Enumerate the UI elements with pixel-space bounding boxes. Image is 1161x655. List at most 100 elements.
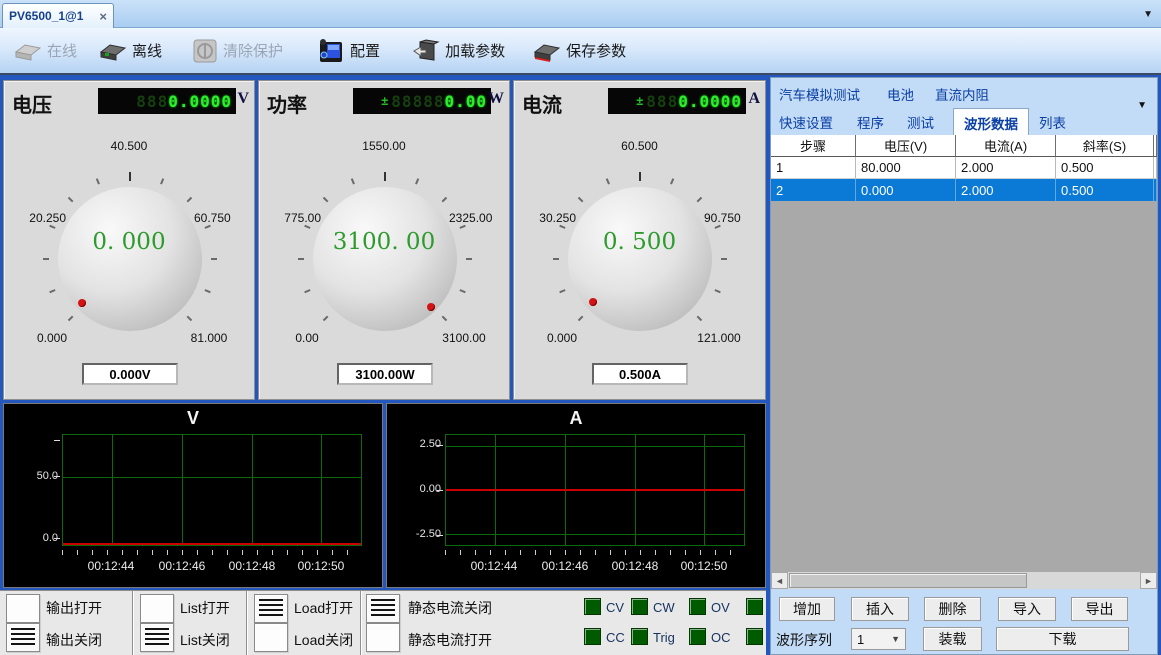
current-setpoint-input[interactable] xyxy=(592,363,688,385)
power-title: 功率 xyxy=(267,89,307,118)
tab-pv6500[interactable]: PV6500_1@1 × xyxy=(2,3,114,28)
load-on-cell[interactable] xyxy=(254,594,288,623)
clear-protection-button[interactable]: 清除保护 xyxy=(188,36,287,66)
cv-led xyxy=(584,598,601,615)
voltage-setpoint-input[interactable] xyxy=(82,363,178,385)
load-params-button[interactable]: 加载参数 xyxy=(408,36,509,66)
current-chart-title: A xyxy=(387,408,765,429)
close-icon[interactable]: × xyxy=(99,9,107,24)
online-label: 在线 xyxy=(47,40,77,61)
voltage-scale-mid: 40.500 xyxy=(4,139,254,153)
tab-battery[interactable]: 电池 xyxy=(887,84,914,104)
output-toggle-switch[interactable] xyxy=(6,594,40,654)
power-display-value: 0.00 xyxy=(444,92,487,111)
current-x-tick: 00:12:48 xyxy=(600,559,670,573)
static-current-off-cell[interactable] xyxy=(366,594,400,623)
import-button[interactable]: 导入 xyxy=(998,597,1056,621)
chevron-down-icon: ▼ xyxy=(891,634,900,644)
delete-button[interactable]: 删除 xyxy=(924,597,981,621)
sequence-value: 1 xyxy=(857,632,864,647)
current-chart-panel: A 2.50 0.00 -2.50 00:12:44 00:12:46 00:1… xyxy=(386,403,766,588)
power-setpoint-input[interactable] xyxy=(337,363,433,385)
current-x-axis-ticks xyxy=(445,550,745,555)
config-label: 配置 xyxy=(350,40,380,61)
voltage-knob[interactable] xyxy=(58,187,202,331)
voltage-chart-panel: V 50.0 0.0 00:12:44 00:12:46 00:12:48 00… xyxy=(3,403,383,588)
horizontal-scrollbar[interactable]: ◄ ► xyxy=(771,572,1157,589)
status-bar: 输出打开 输出关闭 List打开 List关闭 Load打开 Load关闭 xyxy=(0,590,766,655)
list-toggle-switch[interactable] xyxy=(140,594,174,654)
tab-dc-resistance[interactable]: 直流内阻 xyxy=(935,84,989,104)
oc-label: OC xyxy=(711,630,731,645)
download-button[interactable]: 下载 xyxy=(996,627,1129,651)
load-toggle-switch[interactable] xyxy=(254,594,288,654)
load-off-cell[interactable] xyxy=(254,623,288,652)
add-button[interactable]: 增加 xyxy=(779,597,835,621)
current-display-dim: 888 xyxy=(646,92,678,111)
app-window: PV6500_1@1 × ▼ 在线 离线 清除保护 xyxy=(0,0,1161,655)
current-series-line xyxy=(446,489,744,491)
online-button[interactable]: 在线 xyxy=(10,38,81,64)
tab-overflow-arrow-icon[interactable]: ▼ xyxy=(1137,100,1147,111)
voltage-display-value: 0.0000 xyxy=(168,92,232,111)
document-tab-bar: PV6500_1@1 × ▼ xyxy=(0,0,1161,28)
clipped-led xyxy=(746,628,763,645)
tab-list-arrow-icon[interactable]: ▼ xyxy=(1143,9,1153,20)
cell-filler xyxy=(1154,157,1157,179)
tab-test[interactable]: 测试 xyxy=(907,112,934,132)
list-on-cell[interactable] xyxy=(140,594,174,623)
tab-auto-sim-test[interactable]: 汽车模拟测试 xyxy=(779,84,860,104)
list-off-cell[interactable] xyxy=(140,623,174,652)
scroll-right-arrow-icon[interactable]: ► xyxy=(1140,572,1157,589)
current-knob[interactable] xyxy=(568,187,712,331)
current-unit: A xyxy=(748,90,760,108)
col-filler xyxy=(1154,135,1157,157)
offline-button[interactable]: 离线 xyxy=(95,38,166,64)
current-scale-mid: 60.500 xyxy=(514,139,765,153)
main-area: 电压 8880.0000 V 40.500 20.250 60.750 0.00… xyxy=(0,77,1161,655)
output-toggle-group: 输出打开 输出关闭 xyxy=(0,591,133,655)
power-knob[interactable] xyxy=(313,187,457,331)
clipped-led xyxy=(746,598,763,615)
power-display-dim: 88888 xyxy=(391,92,444,111)
insert-button[interactable]: 插入 xyxy=(851,597,909,621)
scrollbar-thumb[interactable] xyxy=(789,573,1027,588)
static-current-toggle-switch[interactable] xyxy=(366,594,400,654)
waveform-sequence-select[interactable]: 1 ▼ xyxy=(851,628,906,650)
output-off-label: 输出关闭 xyxy=(46,630,102,650)
list-off-label: List关闭 xyxy=(180,630,230,650)
cv-label: CV xyxy=(606,600,624,615)
table-row[interactable]: 1 80.000 2.000 0.500 xyxy=(771,157,1157,179)
waveform-table: 步骤 电压(V) 电流(A) 斜率(S) 1 80.000 2.000 0.50… xyxy=(771,135,1157,201)
cell-voltage: 80.000 xyxy=(856,157,956,179)
table-row-selected[interactable]: 2 0.000 2.000 0.500 xyxy=(771,179,1157,201)
scroll-left-arrow-icon[interactable]: ◄ xyxy=(771,572,788,589)
cell-slope: 0.500 xyxy=(1056,157,1154,179)
current-y-tick: -2.50 xyxy=(397,528,441,540)
cell-current: 2.000 xyxy=(956,157,1056,179)
voltage-knob-value: 0. 000 xyxy=(4,229,254,255)
static-current-on-cell[interactable] xyxy=(366,623,400,652)
list-toggle-group: List打开 List关闭 xyxy=(134,591,247,655)
online-icon xyxy=(14,40,42,62)
col-step: 步骤 xyxy=(771,135,856,157)
cell-step: 1 xyxy=(771,157,856,179)
power-meter-panel: 功率 ± 888880.00 W 1550.00 775.00 2325.00 … xyxy=(258,80,510,400)
cc-label: CC xyxy=(606,630,625,645)
tab-title: PV6500_1@1 xyxy=(9,9,99,23)
output-off-cell[interactable] xyxy=(6,623,40,652)
offline-icon xyxy=(99,40,127,62)
output-on-cell[interactable] xyxy=(6,594,40,623)
tab-program[interactable]: 程序 xyxy=(857,112,884,132)
config-button[interactable]: 配置 xyxy=(313,36,384,66)
mount-button[interactable]: 装载 xyxy=(923,627,982,651)
tab-quick-setup[interactable]: 快速设置 xyxy=(779,112,833,132)
static-current-off-label: 静态电流关闭 xyxy=(408,598,492,618)
export-button[interactable]: 导出 xyxy=(1071,597,1128,621)
static-current-on-label: 静态电流打开 xyxy=(408,630,492,650)
tab-list[interactable]: 列表 xyxy=(1039,112,1066,132)
voltage-display-dim: 888 xyxy=(136,92,168,111)
save-params-button[interactable]: 保存参数 xyxy=(529,38,630,64)
current-knob-value: 0. 500 xyxy=(514,229,765,255)
current-scale-high: 90.750 xyxy=(704,211,762,225)
